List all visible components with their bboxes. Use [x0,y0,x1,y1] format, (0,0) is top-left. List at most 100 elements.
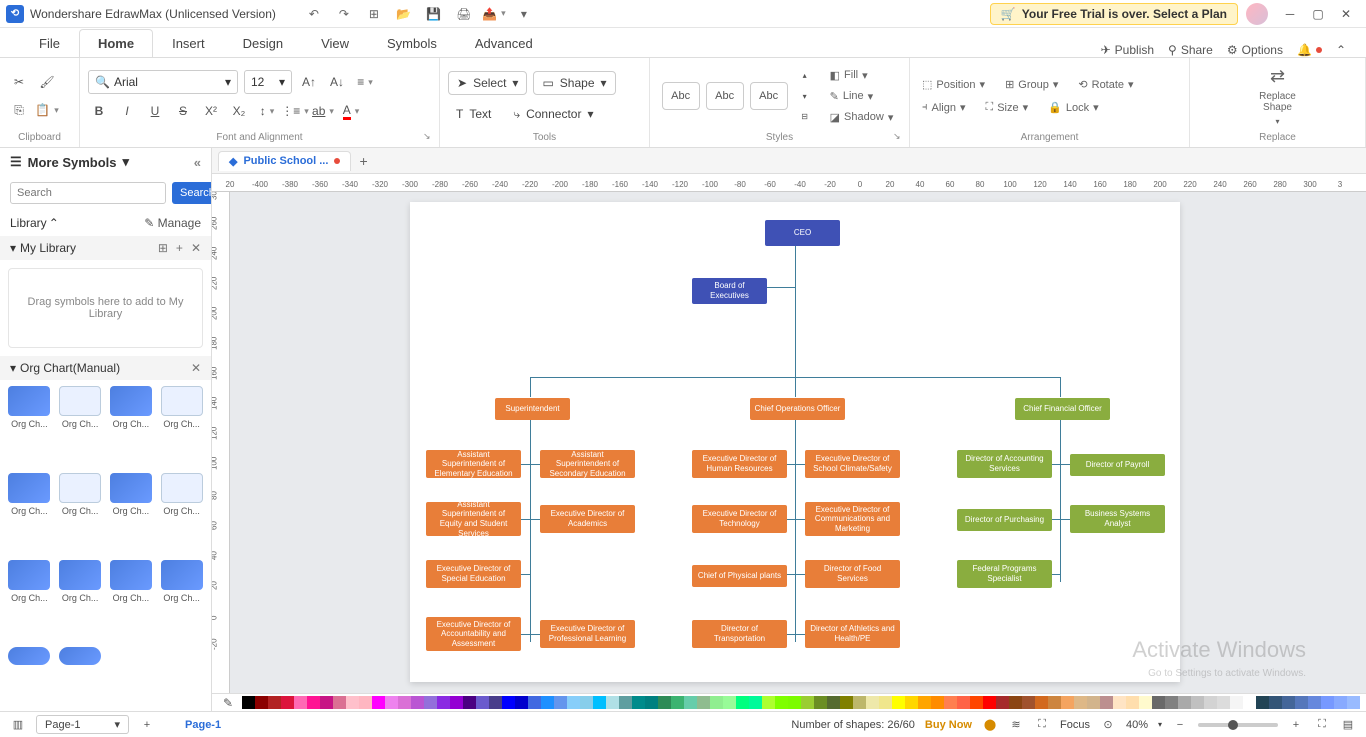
node-f1a[interactable]: Director of Accounting Services [957,450,1052,478]
new-button[interactable]: ⊞ [366,6,382,22]
page-selector[interactable]: Page-1 ▾ [36,715,129,734]
color-swatch[interactable] [1295,696,1308,709]
page-tab[interactable]: Page-1 [185,719,221,731]
my-library-header[interactable]: ▾ My Library ⊞ + ✕ [0,236,211,260]
color-swatch[interactable] [1152,696,1165,709]
color-swatch[interactable] [905,696,918,709]
color-swatch[interactable] [788,696,801,709]
menu-insert[interactable]: Insert [153,29,224,57]
close-orgchart-icon[interactable]: ✕ [191,361,201,375]
color-swatch[interactable] [1061,696,1074,709]
size-button[interactable]: ⛶ Size▾ [982,99,1033,116]
sidebar-collapse-button[interactable]: « [194,155,201,170]
collapse-ribbon-button[interactable]: ⌃ [1336,43,1346,57]
shape-tool[interactable]: ▭ Shape ▾ [533,71,615,95]
color-swatch[interactable] [853,696,866,709]
color-swatch[interactable] [450,696,463,709]
maximize-button[interactable]: ▢ [1304,0,1332,27]
color-swatch[interactable] [684,696,697,709]
style-gallery-more[interactable]: ⊟ [794,107,816,126]
node-s4a[interactable]: Executive Director of Accountability and… [426,617,521,651]
menu-view[interactable]: View [302,29,368,57]
node-ceo[interactable]: CEO [765,220,840,246]
bold-button[interactable]: B [88,100,110,122]
options-button[interactable]: ⚙ Options [1227,43,1283,57]
subscript-button[interactable]: X₂ [228,100,250,122]
shape-thumbnail[interactable]: Org Ch... [57,386,104,469]
menu-home[interactable]: Home [79,29,153,57]
line-button[interactable]: ✎ Line ▾ [826,88,898,105]
color-swatch[interactable] [1256,696,1269,709]
color-swatch[interactable] [619,696,632,709]
color-swatch[interactable] [294,696,307,709]
position-button[interactable]: ⬚ Position▾ [918,76,989,93]
drawing-page[interactable]: CEO Board of Executives Superintendent C… [410,202,1180,682]
color-swatch[interactable] [255,696,268,709]
lock-button[interactable]: 🔒 Lock▾ [1044,99,1102,116]
node-cfo[interactable]: Chief Financial Officer [1015,398,1110,420]
color-swatch[interactable] [1178,696,1191,709]
export-button[interactable]: 📤 [486,6,502,22]
color-swatch[interactable] [528,696,541,709]
color-swatch[interactable] [1165,696,1178,709]
canvas[interactable]: CEO Board of Executives Superintendent C… [230,192,1366,693]
style-preset-1[interactable]: Abc [662,82,700,110]
style-preset-2[interactable]: Abc [706,82,744,110]
color-swatch[interactable] [762,696,775,709]
trial-banner[interactable]: 🛒 Your Free Trial is over. Select a Plan [990,3,1238,25]
shape-thumbnail[interactable]: Org Ch... [158,386,205,469]
node-o4a[interactable]: Director of Transportation [692,620,787,648]
cut-button[interactable]: ✂ [8,71,30,93]
color-swatch[interactable] [333,696,346,709]
font-dialog-launcher[interactable]: ↘ [423,131,435,143]
shape-thumbnail[interactable]: Org Ch... [158,560,205,643]
node-coo[interactable]: Chief Operations Officer [750,398,845,420]
node-f1b[interactable]: Director of Payroll [1070,454,1165,476]
style-gallery-up[interactable]: ▴ [794,66,816,85]
color-swatch[interactable] [515,696,528,709]
zoom-level[interactable]: 40% [1126,719,1148,731]
save-button[interactable]: 💾 [426,6,442,22]
color-swatch[interactable] [1282,696,1295,709]
shape-thumbnail[interactable]: Org Ch... [108,386,155,469]
paste-button[interactable]: 📋 [36,99,58,121]
my-library-dropzone[interactable]: Drag symbols here to add to My Library [8,268,203,348]
color-swatch[interactable] [281,696,294,709]
color-swatch[interactable] [866,696,879,709]
close-mylib-icon[interactable]: ✕ [191,241,201,255]
node-o1b[interactable]: Executive Director of School Climate/Saf… [805,450,900,478]
color-swatch[interactable] [1139,696,1152,709]
node-o1a[interactable]: Executive Director of Human Resources [692,450,787,478]
color-swatch[interactable] [1087,696,1100,709]
color-swatch[interactable] [476,696,489,709]
shape-thumbnail[interactable]: Org Ch... [158,473,205,556]
open-button[interactable]: 📂 [396,6,412,22]
menu-advanced[interactable]: Advanced [456,29,552,57]
shape-thumbnail[interactable]: Org Ch... [108,560,155,643]
color-swatch[interactable] [658,696,671,709]
node-o2a[interactable]: Executive Director of Technology [692,505,787,533]
align-button[interactable]: ⫞ Align▾ [918,99,970,116]
color-swatch[interactable] [775,696,788,709]
color-swatch[interactable] [320,696,333,709]
minimize-button[interactable]: ─ [1276,0,1304,27]
shape-thumbnail[interactable]: Org Ch... [6,386,53,469]
color-swatch[interactable] [892,696,905,709]
strikethrough-button[interactable]: S [172,100,194,122]
node-board[interactable]: Board of Executives [692,278,767,304]
rotate-button[interactable]: ⟲ Rotate▾ [1074,76,1137,93]
text-case-button[interactable]: ab [312,100,334,122]
style-preset-3[interactable]: Abc [750,82,788,110]
color-swatch[interactable] [606,696,619,709]
color-swatch[interactable] [359,696,372,709]
shape-thumbnail[interactable]: Org Ch... [6,560,53,643]
font-name-combo[interactable]: 🔍 Arial ▾ [88,70,238,94]
shape-thumbnail[interactable]: Org Ch... [57,560,104,643]
styles-dialog-launcher[interactable]: ↘ [893,131,905,143]
node-f2a[interactable]: Director of Purchasing [957,509,1052,531]
add-icon[interactable]: + [176,241,183,255]
color-swatch[interactable] [1126,696,1139,709]
menu-symbols[interactable]: Symbols [368,29,456,57]
select-tool[interactable]: ➤ Select ▾ [448,71,527,95]
color-swatch[interactable] [1308,696,1321,709]
